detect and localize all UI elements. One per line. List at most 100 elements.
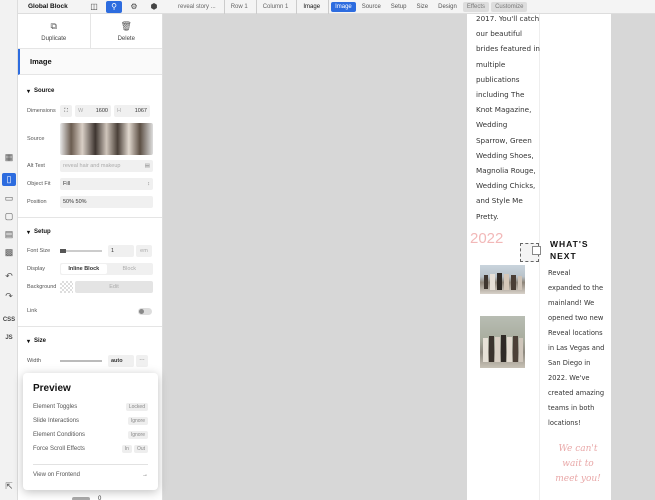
font-size-input[interactable]: 1 bbox=[108, 245, 134, 257]
laptop-icon[interactable]: ▤ bbox=[2, 228, 16, 241]
width-input[interactable]: auto bbox=[108, 355, 134, 367]
source-section-header[interactable]: ▾ Source bbox=[18, 81, 162, 101]
css-button[interactable]: CSS bbox=[2, 313, 16, 326]
story-line: and Style Me bbox=[476, 196, 523, 206]
preview-row-label: Element Toggles bbox=[33, 404, 78, 410]
body-line: created amazing bbox=[548, 389, 605, 397]
body-line: Reveal bbox=[548, 269, 571, 277]
source-heading: Source bbox=[34, 88, 55, 94]
position-label: Position bbox=[27, 199, 47, 205]
display-label: Display bbox=[27, 266, 46, 272]
view-on-frontend-label: View on Frontend bbox=[33, 472, 80, 478]
script-line: meet you! bbox=[555, 474, 601, 484]
story-paragraph: 2017. You'll catch our beautiful brides … bbox=[476, 14, 540, 224]
preview-row-value[interactable]: Ignore bbox=[127, 417, 148, 425]
setup-section-header[interactable]: ▾ Setup bbox=[18, 222, 162, 242]
panel-toggle-icon[interactable]: ◫ bbox=[86, 1, 102, 13]
group-photo-large[interactable] bbox=[480, 316, 525, 368]
arrow-right-icon: → bbox=[142, 472, 148, 478]
tab-customize[interactable]: Customize bbox=[491, 1, 528, 12]
link-toggle[interactable] bbox=[138, 307, 152, 315]
body-line: mainland! We bbox=[548, 299, 595, 307]
object-fit-select[interactable]: Fill ↕ bbox=[60, 178, 153, 190]
width-label: Width bbox=[27, 358, 42, 364]
story-line: Sparrow, Green bbox=[476, 135, 532, 145]
whats-next-paragraph: Reveal expanded to the mainland! We open… bbox=[548, 266, 608, 431]
width-field[interactable]: W 1600 bbox=[75, 105, 111, 117]
redo-icon[interactable]: ↷ bbox=[2, 290, 16, 303]
position-input[interactable]: 50% 50% bbox=[60, 196, 153, 208]
preview-title: Preview bbox=[33, 383, 71, 394]
view-on-frontend-link[interactable]: View on Frontend → bbox=[33, 472, 148, 478]
source-label: Source bbox=[27, 136, 45, 142]
search-icon[interactable]: ⚲ bbox=[106, 0, 122, 13]
height-field[interactable]: H 1067 bbox=[114, 105, 150, 117]
tablet-icon[interactable]: ▢ bbox=[2, 210, 16, 223]
preview-row-value[interactable]: Ignore bbox=[127, 431, 148, 439]
delete-button[interactable]: 🗑 Delete bbox=[89, 14, 163, 48]
desktop-icon[interactable]: ▩ bbox=[2, 246, 16, 259]
source-image-thumbnail[interactable] bbox=[60, 123, 153, 155]
font-size-unit[interactable]: em bbox=[136, 245, 152, 257]
selection-handle[interactable] bbox=[532, 246, 541, 255]
width-field-value: 1600 bbox=[95, 108, 108, 114]
duplicate-label: Duplicate bbox=[41, 35, 67, 42]
tab-design[interactable]: Design bbox=[434, 2, 461, 12]
duplicate-icon: ⧉ bbox=[50, 20, 57, 31]
gear-icon[interactable]: ⚙ bbox=[126, 1, 142, 13]
exit-icon[interactable]: ⇱ bbox=[2, 480, 16, 493]
background-edit-button[interactable]: Edit bbox=[75, 281, 153, 293]
story-line: Pretty. bbox=[476, 211, 499, 221]
undo-icon[interactable]: ↶ bbox=[2, 270, 16, 283]
display-inline-block[interactable]: Inline Block bbox=[61, 264, 107, 274]
more-options-icon[interactable]: ⋯ bbox=[136, 355, 148, 367]
body-line: 2022. We've bbox=[548, 374, 590, 382]
cube-icon[interactable]: ⬢ bbox=[146, 1, 162, 13]
size-section-header[interactable]: ▾ Size bbox=[18, 331, 162, 351]
height-field-value: 1067 bbox=[134, 108, 147, 114]
canvas-page: 2017. You'll catch our beautiful brides … bbox=[467, 14, 611, 500]
duplicate-button[interactable]: ⧉ Duplicate bbox=[18, 14, 90, 48]
closing-script-text: We can't wait to meet you! bbox=[550, 442, 606, 487]
alt-text-label: Alt Text bbox=[27, 163, 45, 169]
preview-row-value[interactable]: Locked bbox=[125, 403, 148, 411]
story-line: 2017. You'll catch bbox=[476, 14, 540, 23]
width-slider[interactable] bbox=[60, 360, 102, 362]
object-fit-value: Fill bbox=[63, 181, 71, 187]
breadcrumb-row[interactable]: Row 1 bbox=[225, 0, 257, 14]
aspect-lock-icon[interactable]: ⛶ bbox=[60, 105, 72, 117]
font-size-slider[interactable] bbox=[60, 249, 102, 253]
tablet-landscape-icon[interactable]: ▭ bbox=[2, 192, 16, 205]
display-block[interactable]: Block bbox=[107, 266, 153, 272]
tab-setup[interactable]: Setup bbox=[387, 2, 411, 12]
preview-row-label: Slide Interactions bbox=[33, 418, 80, 424]
preview-row-element-toggles: Element Toggles Locked bbox=[33, 403, 148, 411]
background-swatch[interactable] bbox=[60, 281, 73, 293]
tab-image[interactable]: Image bbox=[331, 1, 356, 12]
body-line: locations! bbox=[548, 419, 581, 427]
story-line: Magnolia Rouge, bbox=[476, 166, 536, 176]
dynamic-data-icon[interactable]: ▤ bbox=[145, 163, 150, 169]
story-line: including The bbox=[476, 90, 525, 100]
slider-handle[interactable] bbox=[60, 249, 66, 253]
breadcrumb-column[interactable]: Column 1 bbox=[257, 0, 298, 14]
top-toolbar: Global Block ◫ ⚲ ⚙ ⬢ reveal story ... Ro… bbox=[18, 0, 655, 14]
layers-icon[interactable]: ▦ bbox=[2, 151, 16, 164]
breadcrumb-reveal-story[interactable]: reveal story ... bbox=[172, 0, 225, 14]
size-heading: Size bbox=[34, 338, 47, 344]
tab-effects[interactable]: Effects bbox=[462, 1, 490, 12]
dimensions-label: Dimensions bbox=[27, 108, 56, 114]
story-line: our beautiful bbox=[476, 29, 523, 39]
body-line: teams in both bbox=[548, 404, 595, 412]
breadcrumb-image[interactable]: Image bbox=[297, 0, 330, 14]
js-button[interactable]: JS bbox=[2, 331, 16, 344]
element-title: Image bbox=[18, 49, 162, 75]
alt-text-input[interactable]: reveal hair and makeup ▤ bbox=[60, 160, 153, 172]
mobile-view-icon[interactable]: ▯ bbox=[2, 173, 16, 186]
caret-down-icon: ▾ bbox=[27, 229, 31, 236]
tab-size[interactable]: Size bbox=[412, 2, 432, 12]
scroll-in-option[interactable]: In bbox=[121, 445, 132, 453]
group-photo-small[interactable] bbox=[480, 265, 525, 294]
scroll-out-option[interactable]: Out bbox=[133, 445, 148, 453]
tab-source[interactable]: Source bbox=[358, 2, 385, 12]
